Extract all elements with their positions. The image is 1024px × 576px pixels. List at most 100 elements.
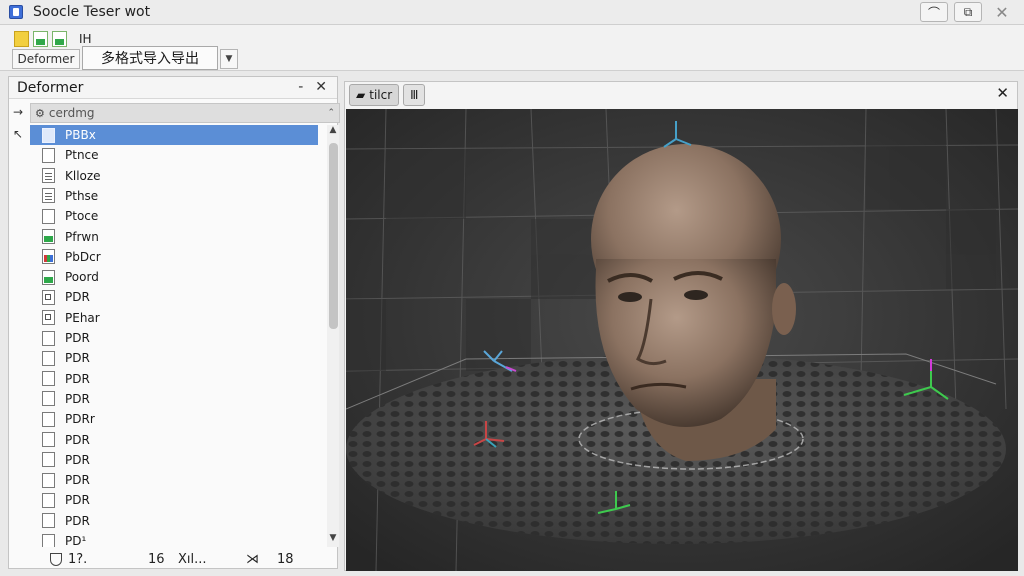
tree-item-label: PDR <box>65 513 90 528</box>
scroll-down-icon[interactable]: ▼ <box>327 533 339 547</box>
status-d-text: 18 <box>277 551 294 567</box>
tree-item-label: Pthse <box>65 188 99 203</box>
panel-close-icon[interactable]: ✕ <box>315 79 327 95</box>
window-controls: ⌒ ⧉ ✕ <box>920 2 1016 22</box>
collapse-arrow-icon[interactable]: ↖ <box>13 127 23 141</box>
tree-item[interactable]: PDR <box>30 450 318 470</box>
tree-item-label: PDRr <box>65 412 95 427</box>
blank-file-icon <box>42 330 55 346</box>
tab-viewport-label: tilcr <box>369 88 393 102</box>
status-d: ⋊ 18 <box>246 552 294 567</box>
doc-file-icon <box>42 310 55 326</box>
tree-item-label: Ptnce <box>65 148 99 163</box>
image-file-icon <box>42 269 55 285</box>
open-file-icon[interactable] <box>33 31 48 47</box>
tree-item[interactable]: PDR <box>30 490 318 510</box>
tab-secondary[interactable]: Ⅲ <box>403 84 426 106</box>
chart-file-icon <box>42 249 55 265</box>
tree-item-label: PEhar <box>65 310 100 325</box>
toolbar-icons: IH <box>14 31 92 47</box>
toolbar-label: IH <box>79 32 92 46</box>
image-file-icon <box>42 229 55 244</box>
import-export-dropdown-icon[interactable]: ▼ <box>220 49 238 69</box>
tree-item[interactable]: PDR <box>30 287 318 307</box>
viewport-close-icon[interactable]: ✕ <box>996 84 1009 102</box>
import-export-button[interactable]: 多格式导入导出 <box>82 46 218 70</box>
tree-item[interactable]: PDR <box>30 328 318 348</box>
tree-item[interactable]: PDR <box>30 470 318 490</box>
tree-item-label: PDR <box>65 331 90 345</box>
tree-item-label: PDR <box>65 493 90 508</box>
tree-item[interactable]: PDR <box>30 430 318 450</box>
3d-scene[interactable] <box>346 109 1018 571</box>
tree-item[interactable]: PDR <box>30 389 318 409</box>
save-file-icon[interactable] <box>52 31 67 47</box>
app-icon <box>9 5 23 19</box>
panel-header: Deformer <box>9 77 337 99</box>
tab-viewport[interactable]: ▰ tilcr <box>349 84 400 106</box>
blank-file-icon <box>42 452 55 468</box>
blank-file-icon <box>42 411 55 427</box>
tree-item[interactable]: PDR <box>30 511 318 531</box>
close-window-button[interactable]: ✕ <box>988 2 1016 22</box>
scroll-up-icon[interactable]: ▲ <box>327 125 339 139</box>
tree-item[interactable]: Poord <box>30 267 318 287</box>
tree-item-label: PDR <box>65 391 90 406</box>
tree-item-label: Poord <box>65 270 99 285</box>
deformer-button[interactable]: Deformer <box>12 49 80 69</box>
tree-item[interactable]: Ptnce <box>30 145 318 165</box>
expand-arrow-icon[interactable]: → <box>13 105 23 119</box>
deformer-panel: Deformer - ✕ → ⚙ cerdmg ⌃ ↖ PBBx Ptnce Kll… <box>8 76 340 569</box>
tree-item-label: PDR <box>65 432 90 447</box>
search-field[interactable]: ⚙ cerdmg ⌃ <box>30 103 340 123</box>
tree-item-label: Pfrwn <box>65 229 99 244</box>
tree-item-label: PBBx <box>65 128 96 142</box>
toolbar: IH Deformer 多格式导入导出 ▼ <box>0 25 1024 71</box>
viewport-panel: ▰ tilcr Ⅲ ✕ <box>344 81 1018 571</box>
tab-secondary-label: Ⅲ <box>410 88 419 102</box>
tree-item[interactable]: PEhar <box>30 308 318 328</box>
doc-file-icon <box>42 289 55 305</box>
new-file-icon[interactable] <box>14 31 29 47</box>
status-a-text: 1?. <box>68 551 88 567</box>
text-file-icon <box>42 188 55 204</box>
restore-button[interactable]: ⧉ <box>954 2 982 22</box>
tree-item-label: Klloze <box>65 168 101 183</box>
tree-item[interactable]: Klloze <box>30 166 318 186</box>
status-c-text: Xıl... <box>178 551 207 567</box>
tree-item-label: PbDcr <box>65 249 101 264</box>
scroll-thumb[interactable] <box>329 143 338 329</box>
search-collapse-icon[interactable]: ⌃ <box>327 108 335 118</box>
panel-status-bar: 1?. 16 Xıl... ⋊ 18 <box>8 548 338 570</box>
minimize-button[interactable]: ⌒ <box>920 2 948 22</box>
camera-icon: ▰ <box>356 88 366 102</box>
status-b-text: 16 <box>148 551 165 567</box>
tree-item-label: PDR <box>65 290 90 305</box>
status-a: 1?. <box>50 552 87 567</box>
tree-item-label: PDR <box>65 351 90 366</box>
blank-file-icon <box>42 391 55 407</box>
tree-item[interactable]: PDRr <box>30 409 318 429</box>
tree-item-label: PDR <box>65 371 90 386</box>
tree-item[interactable]: PbDcr <box>30 247 318 267</box>
tree-item[interactable]: Ptoce <box>30 206 318 226</box>
blank-file-icon <box>42 371 55 387</box>
tree-item[interactable]: Pthse <box>30 186 318 206</box>
tree-item[interactable]: PD¹ <box>30 531 318 547</box>
blank-file-icon <box>42 492 55 508</box>
filter-icon: ⚙ <box>35 106 45 120</box>
blank-file-icon <box>42 350 55 366</box>
blank-file-icon <box>42 472 55 488</box>
tree-item[interactable]: PDR <box>30 348 318 368</box>
status-c: Xıl... <box>178 552 207 567</box>
tree-item[interactable]: PDR <box>30 369 318 389</box>
title-bar: Soocle Teser wot ⌒ ⧉ ✕ <box>0 0 1024 25</box>
tree-item-label: PDR <box>65 473 90 488</box>
tree-item-label: PDR <box>65 452 90 467</box>
tree-item[interactable]: Pfrwn <box>30 227 318 247</box>
tree-scrollbar[interactable]: ▲ ▼ <box>327 125 339 547</box>
tree-item[interactable]: PBBx <box>30 125 318 145</box>
panel-minimize-icon[interactable]: - <box>298 79 303 95</box>
tree-item-label: Ptoce <box>65 209 99 224</box>
3d-viewport[interactable] <box>346 109 1018 571</box>
